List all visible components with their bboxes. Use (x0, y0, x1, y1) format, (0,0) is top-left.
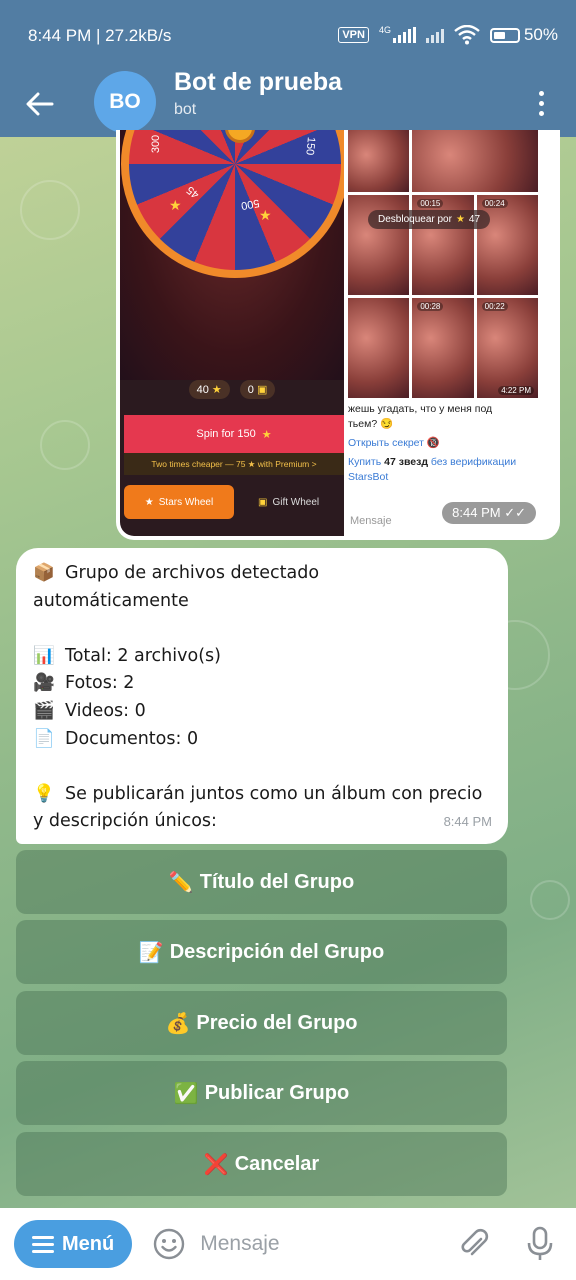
message-input[interactable]: Mensaje (200, 1232, 452, 1256)
star-icon: ★ (169, 198, 182, 214)
video-duration: 00:15 (417, 199, 444, 208)
star-icon: ★ (305, 130, 318, 132)
money-bag-icon: 💰 (165, 1012, 191, 1035)
lightbulb-icon: 💡 (33, 783, 55, 804)
wifi-icon (454, 25, 480, 45)
stars-wheel-screenshot: 50 5000 120 150 300 45 500 ★ ★ ★ ★ 40 ★ … (120, 130, 344, 536)
message-line: 📊 Total: 2 archivo(s) (33, 643, 491, 671)
chart-icon: 📊 (33, 645, 55, 666)
message-line: 💡 Se publicarán juntos como un álbum con … (33, 781, 491, 809)
message-input-bar: Menú Mensaje (0, 1208, 576, 1280)
wheel-label: 300 (150, 134, 163, 154)
cancel-button[interactable]: ❌ Cancelar (16, 1132, 507, 1196)
message-line: y descripción únicos: (33, 811, 217, 832)
blurred-media: 00:28 (412, 298, 474, 398)
pencil-icon: ✏️ (168, 871, 194, 894)
camera-icon: 🎥 (33, 673, 55, 694)
premium-note: Two times cheaper — 75 ★ with Premium > (124, 453, 344, 475)
status-time: 8:44 PM | 27.2kB/s (28, 26, 172, 45)
avatar[interactable]: BO (94, 70, 156, 133)
dot-icon (538, 111, 544, 116)
tab-stars-wheel: ★ Stars Wheel (124, 485, 234, 519)
chat-title: Bot de prueba (174, 67, 343, 96)
dot-icon (538, 101, 544, 106)
chat-subtitle: bot (174, 100, 197, 118)
more-options-button[interactable] (516, 70, 566, 137)
video-duration: 00:28 (417, 302, 444, 311)
battery-icon (489, 27, 520, 43)
price-button[interactable]: 💰 Precio del Grupo (16, 991, 507, 1055)
paperclip-icon (461, 1228, 489, 1256)
back-button[interactable] (0, 70, 80, 137)
document-icon: 📄 (33, 728, 55, 749)
star-icon: ★ (259, 208, 272, 224)
package-icon: 📦 (33, 563, 55, 583)
message-line: 📄 Documentos: 0 (33, 726, 491, 754)
cross-icon: ❌ (203, 1153, 229, 1176)
battery-indicator: 50% (489, 25, 558, 45)
wheel-hub (225, 130, 255, 143)
blurred-media (412, 130, 538, 192)
voice-button[interactable] (518, 1222, 562, 1266)
attach-button[interactable] (452, 1222, 496, 1266)
unlock-pill: Desbloquear por ★ 47 (368, 210, 491, 229)
message-line: 📦 Grupo de archivos detectado (33, 560, 491, 588)
bot-message: 📦 Grupo de archivos detectado automáticam… (16, 548, 508, 844)
tickets-balance: 0 ▣ (239, 380, 276, 399)
wallpaper-doodle (20, 180, 80, 240)
message-time: 8:44 PM ✓✓ (442, 502, 536, 524)
back-arrow-icon (26, 92, 54, 115)
cell-signal-icon-2 (425, 27, 444, 43)
wallpaper-doodle (40, 420, 90, 470)
network-type: 4G (378, 25, 391, 35)
wheel-label: 45 (184, 183, 202, 201)
blurred-media-grid: 00:15 00:24 00:28 00:22 4:22 PM (348, 130, 538, 398)
message-line: automáticamente (33, 590, 189, 611)
tab-gift-wheel: ▣ Gift Wheel (258, 496, 320, 508)
russian-caption: жешь угадать, что у меня под тьем? 😏 Отк… (348, 403, 517, 483)
emoji-icon[interactable] (152, 1227, 186, 1261)
menu-button[interactable]: Menú (14, 1220, 133, 1268)
media-time: 4:22 PM (498, 386, 534, 395)
hamburger-icon (32, 1235, 54, 1253)
blurred-media (348, 130, 410, 192)
clapper-icon: 🎬 (33, 700, 55, 721)
microphone-icon (527, 1226, 553, 1260)
wheel-label: 500 (240, 196, 261, 212)
blurred-media (348, 298, 410, 398)
paid-media-screenshot: 00:15 00:24 00:28 00:22 4:22 PM Desbloque… (346, 130, 540, 536)
description-button[interactable]: 📝 Descripción del Grupo (16, 920, 507, 984)
image-message[interactable]: 50 5000 120 150 300 45 500 ★ ★ ★ ★ 40 ★ … (116, 130, 560, 540)
message-line: 🎬 Videos: 0 (33, 698, 491, 726)
star-icon: ★ (455, 214, 465, 225)
status-bar: 8:44 PM | 27.2kB/s VPN 4G 50% (0, 0, 576, 70)
wheel-label: 150 (303, 136, 317, 156)
check-icon: ✅ (173, 1082, 199, 1105)
video-duration: 00:24 (481, 199, 508, 208)
cell-signal-icon (392, 27, 416, 43)
wheel-balances: 40 ★ 0 ▣ (120, 380, 344, 399)
video-duration: 00:22 (481, 302, 508, 311)
blurred-media: 00:24 (476, 195, 538, 295)
chat-header: BO Bot de prueba bot (0, 68, 576, 137)
stars-balance: 40 ★ (188, 380, 230, 399)
blurred-media: 00:22 4:22 PM (476, 298, 538, 398)
dot-icon (538, 91, 544, 96)
wheel-tabs: ★ Stars Wheel ▣ Gift Wheel (124, 482, 344, 522)
vpn-badge: VPN (338, 27, 369, 43)
battery-fill (493, 31, 505, 39)
title-button[interactable]: ✏️ Título del Grupo (16, 850, 507, 914)
message-line: 🎥 Fotos: 2 (33, 670, 491, 698)
message-time: 8:44 PM (443, 814, 492, 830)
wallpaper-doodle (530, 880, 570, 920)
spin-button: Spin for 150 ★ (124, 415, 344, 453)
publish-button[interactable]: ✅ Publicar Grupo (16, 1061, 507, 1125)
memo-icon: 📝 (138, 941, 164, 964)
chat-title-area[interactable]: Bot de prueba bot (174, 68, 516, 119)
battery-percent: 50% (523, 25, 558, 44)
